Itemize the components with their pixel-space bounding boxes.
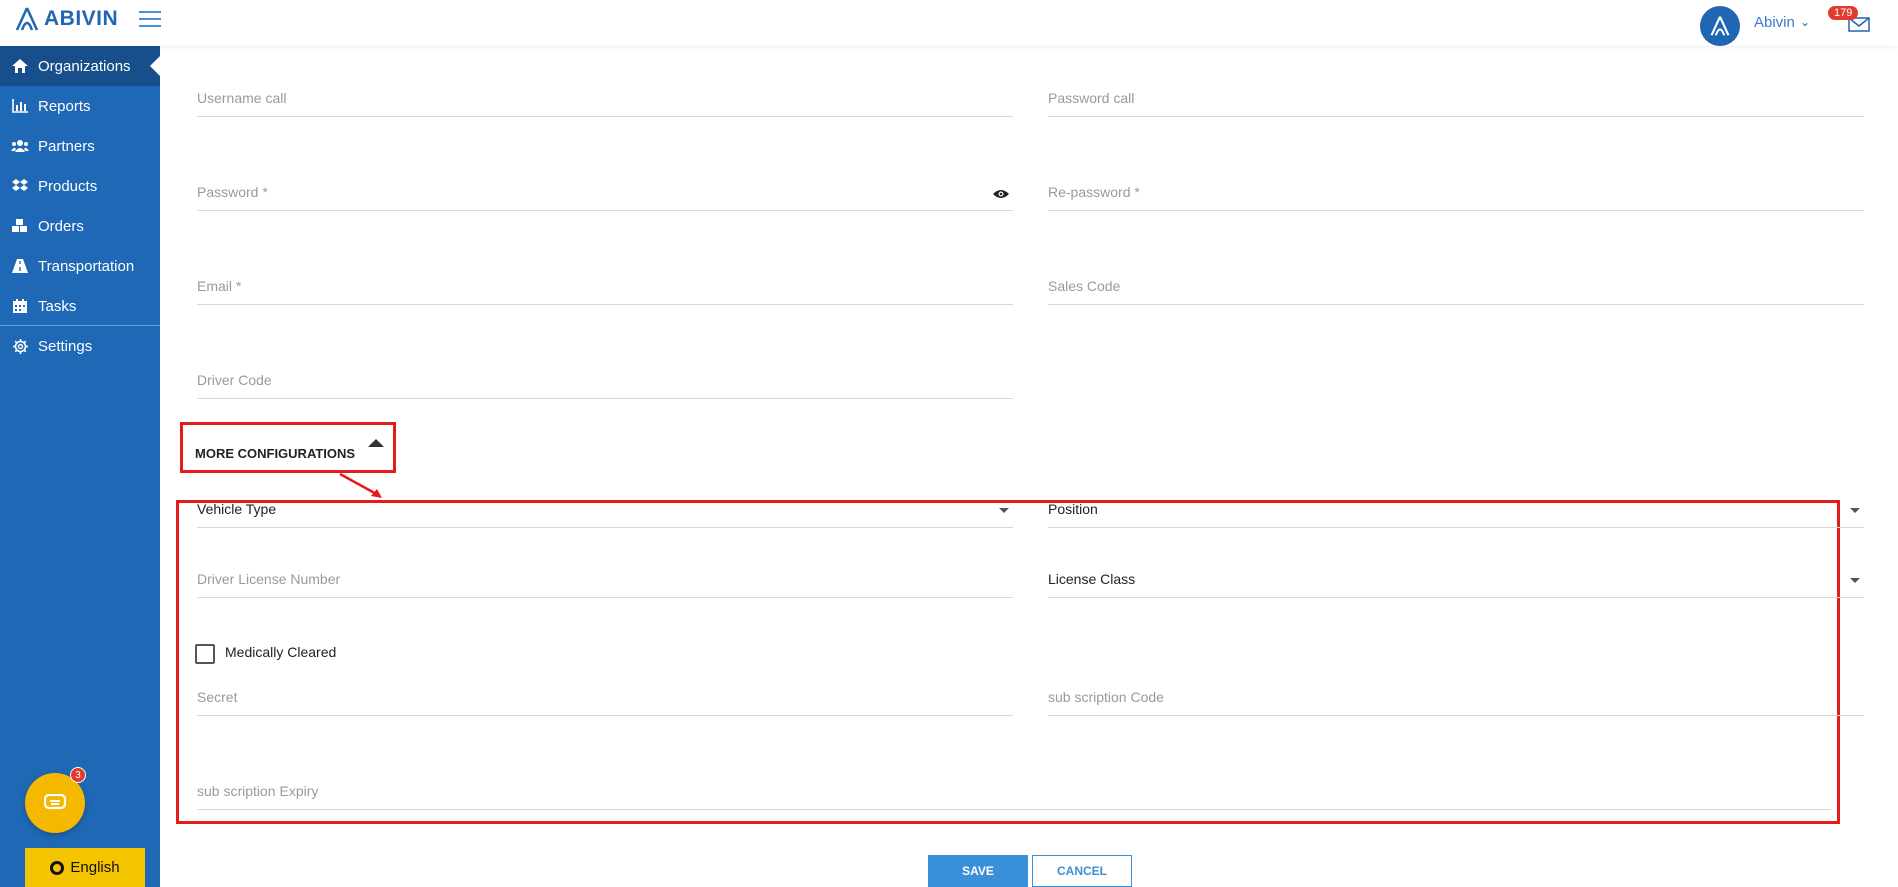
sidebar-item-label: Settings: [38, 337, 93, 355]
subscription-code-field[interactable]: sub scription Code: [1048, 676, 1864, 716]
road-icon: [10, 259, 30, 273]
sidebar: Organizations Reports Partners Products …: [0, 46, 160, 887]
sidebar-item-label: Partners: [38, 137, 95, 155]
logo-text: ABIVIN: [44, 7, 119, 30]
sidebar-item-label: Orders: [38, 217, 84, 235]
cubes-icon: [10, 219, 30, 233]
sidebar-item-reports[interactable]: Reports: [0, 86, 160, 126]
dropbox-icon: [10, 179, 30, 193]
dropdown-caret-icon: [999, 508, 1009, 513]
dropdown-caret-icon: [1850, 508, 1860, 513]
sidebar-item-settings[interactable]: Settings: [0, 326, 160, 366]
password-field[interactable]: Password *: [197, 171, 1013, 211]
username-call-field[interactable]: Username call: [197, 77, 1013, 117]
menu-toggle-icon[interactable]: [139, 11, 161, 29]
driver-license-number-field[interactable]: Driver License Number: [197, 558, 1013, 598]
bar-chart-icon: [10, 99, 30, 113]
cancel-button[interactable]: CANCEL: [1032, 855, 1132, 887]
language-label: English: [70, 859, 120, 876]
email-field[interactable]: Email *: [197, 265, 1013, 305]
sidebar-item-label: Organizations: [38, 57, 131, 75]
medically-cleared-checkbox[interactable]: [195, 644, 215, 664]
driver-code-field[interactable]: Driver Code: [197, 359, 1013, 399]
dropdown-caret-icon: [1850, 578, 1860, 583]
language-selector[interactable]: English: [25, 848, 145, 887]
eye-icon[interactable]: [993, 189, 1009, 199]
secret-field[interactable]: Secret: [197, 676, 1013, 716]
logo-icon: [15, 7, 39, 31]
calendar-icon: [10, 299, 30, 313]
avatar[interactable]: [1700, 6, 1740, 46]
sidebar-item-label: Transportation: [38, 257, 135, 275]
top-bar: ABIVIN Abivin ⌄ 179: [0, 0, 1898, 46]
sales-code-field[interactable]: Sales Code: [1048, 265, 1864, 305]
chevron-down-icon[interactable]: ⌄: [1800, 15, 1810, 29]
chat-badge: 3: [70, 767, 86, 783]
medically-cleared-label: Medically Cleared: [225, 644, 337, 660]
collapse-up-icon[interactable]: [368, 439, 384, 447]
vehicle-type-select[interactable]: Vehicle Type: [197, 488, 1013, 528]
save-button[interactable]: SAVE: [928, 855, 1028, 887]
chat-icon: [44, 794, 66, 810]
more-configurations-toggle[interactable]: MORE CONFIGURATIONS: [195, 446, 355, 461]
avatar-logo-icon: [1710, 16, 1730, 36]
sidebar-item-transportation[interactable]: Transportation: [0, 246, 160, 286]
sidebar-item-label: Products: [38, 177, 98, 195]
sidebar-item-orders[interactable]: Orders: [0, 206, 160, 246]
sidebar-item-partners[interactable]: Partners: [0, 126, 160, 166]
abivin-logo[interactable]: ABIVIN: [14, 6, 118, 32]
globe-icon: [50, 860, 65, 875]
position-select[interactable]: Position: [1048, 488, 1864, 528]
users-icon: [10, 139, 30, 153]
sidebar-item-label: Tasks: [38, 297, 77, 315]
sidebar-item-organizations[interactable]: Organizations: [0, 46, 160, 86]
user-name[interactable]: Abivin: [1754, 14, 1795, 31]
license-class-select[interactable]: License Class: [1048, 558, 1864, 598]
home-icon: [10, 59, 30, 73]
sidebar-item-tasks[interactable]: Tasks: [0, 286, 160, 326]
sidebar-item-products[interactable]: Products: [0, 166, 160, 206]
gear-icon: [10, 338, 30, 354]
sidebar-item-label: Reports: [38, 97, 91, 115]
re-password-field[interactable]: Re-password *: [1048, 171, 1864, 211]
mail-count-badge: 179: [1828, 6, 1859, 20]
password-call-field[interactable]: Password call: [1048, 77, 1864, 117]
subscription-expiry-field[interactable]: sub scription Expiry: [197, 770, 1831, 810]
